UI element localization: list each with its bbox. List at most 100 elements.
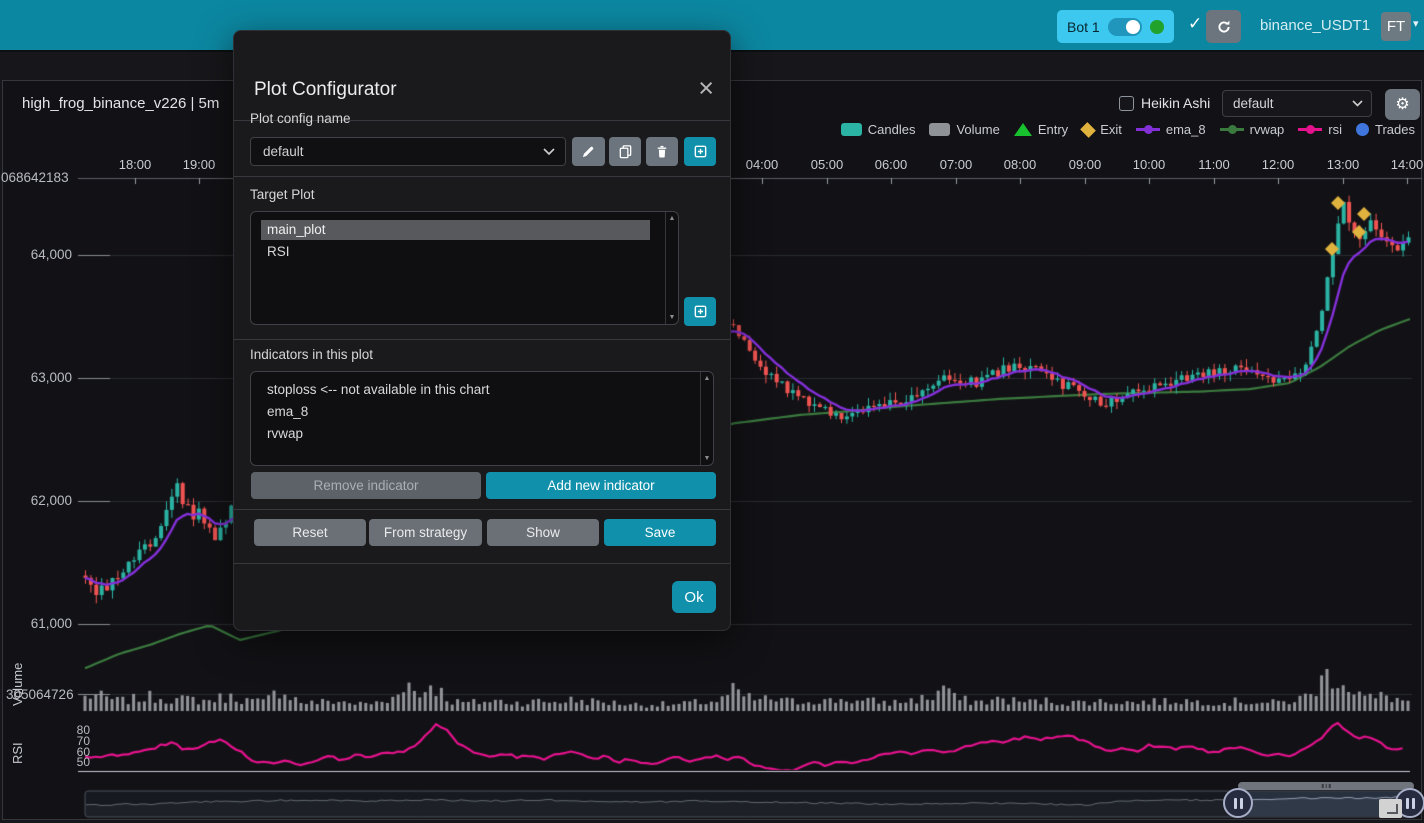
- trash-icon: [655, 144, 669, 159]
- listbox-scrollbar[interactable]: ▲ ▼: [700, 372, 713, 465]
- plot-config-quick-select[interactable]: default: [1222, 90, 1372, 117]
- pause-icon: [1406, 798, 1409, 809]
- plot-config-quick-value: default: [1233, 96, 1274, 111]
- refresh-icon: [1216, 19, 1232, 35]
- time-tick: 08:00: [996, 157, 1044, 172]
- datazoom-handle-left[interactable]: [1223, 788, 1253, 818]
- legend-label: Candles: [868, 122, 916, 137]
- time-tick: 13:00: [1319, 157, 1367, 172]
- indicator-option[interactable]: stoploss <-- not available in this chart: [261, 380, 685, 400]
- scroll-up-icon[interactable]: ▲: [669, 215, 676, 222]
- time-tick: 04:00: [738, 157, 786, 172]
- chevron-down-icon: [543, 148, 555, 156]
- legend-label: rvwap: [1250, 122, 1285, 137]
- linedot-marker-icon: [1220, 128, 1244, 131]
- legend-item-Entry[interactable]: Entry: [1014, 122, 1068, 137]
- duplicate-config-button[interactable]: [609, 137, 641, 166]
- gear-icon: ⚙: [1395, 96, 1409, 113]
- price-tick: 63,000: [2, 370, 72, 385]
- listbox-scrollbar[interactable]: ▲ ▼: [665, 212, 678, 324]
- toggle-knob: [1126, 20, 1140, 34]
- horizontal-scrollbar[interactable]: [1238, 782, 1414, 790]
- legend-item-rsi[interactable]: rsi: [1298, 122, 1342, 137]
- target-plot-option[interactable]: main_plot: [261, 220, 650, 240]
- target-plot-option[interactable]: RSI: [261, 242, 650, 262]
- rect-marker-icon: [929, 123, 950, 136]
- add-new-indicator-button[interactable]: Add new indicator: [486, 472, 716, 499]
- rect-marker-icon: [841, 123, 862, 136]
- legend-label: Volume: [956, 122, 999, 137]
- legend-label: Entry: [1038, 122, 1068, 137]
- time-tick: 07:00: [932, 157, 980, 172]
- add-config-button[interactable]: [684, 137, 716, 166]
- plot-settings-button[interactable]: ⚙: [1385, 89, 1420, 120]
- remove-indicator-button[interactable]: Remove indicator: [251, 472, 481, 499]
- bot-name-label: Bot 1: [1067, 19, 1100, 35]
- bot-toggle[interactable]: [1108, 18, 1142, 36]
- plus-square-icon: [693, 304, 708, 319]
- legend-item-Volume[interactable]: Volume: [929, 122, 999, 137]
- chevron-down-icon: [1352, 100, 1363, 107]
- pause-icon: [1234, 798, 1237, 809]
- chart-legend: Candles Volume Entry Exit ema_8 rvwap rsi Trade…: [841, 122, 1415, 137]
- time-tick: 19:00: [175, 157, 223, 172]
- reset-button[interactable]: Reset: [254, 519, 366, 546]
- scroll-up-icon[interactable]: ▲: [704, 375, 711, 382]
- target-plot-listbox[interactable]: main_plotRSI ▲ ▼: [250, 211, 679, 325]
- pencil-icon: [581, 144, 596, 159]
- heikin-ashi-label: Heikin Ashi: [1141, 95, 1210, 111]
- scrollbar-grip-icon: [1322, 784, 1331, 788]
- refresh-button[interactable]: [1206, 10, 1241, 43]
- current-pair-label: binance_USDT1: [1260, 17, 1370, 34]
- check-icon: ✓: [1188, 14, 1202, 34]
- target-plot-label: Target Plot: [250, 187, 315, 202]
- legend-item-ema_8[interactable]: ema_8: [1136, 122, 1206, 137]
- rename-config-button[interactable]: [572, 137, 605, 166]
- price-tick: 62,000: [2, 493, 72, 508]
- legend-label: Trades: [1375, 122, 1415, 137]
- indicator-option[interactable]: rvwap: [261, 424, 685, 444]
- legend-item-Candles[interactable]: Candles: [841, 122, 916, 137]
- legend-label: ema_8: [1166, 122, 1206, 137]
- legend-label: rsi: [1328, 122, 1342, 137]
- legend-label: Exit: [1100, 122, 1122, 137]
- ft-logo-button[interactable]: FT: [1381, 12, 1411, 41]
- plot-config-name-value: default: [263, 144, 304, 159]
- volume-axis-max-label: 068642183: [1, 170, 69, 185]
- plot-config-name-select[interactable]: default: [250, 137, 566, 166]
- add-target-plot-button[interactable]: [684, 297, 716, 326]
- ok-button[interactable]: Ok: [672, 581, 716, 613]
- indicators-listbox[interactable]: stoploss <-- not available in this chart…: [250, 371, 714, 466]
- close-icon[interactable]: ×: [698, 75, 714, 102]
- time-tick: 10:00: [1125, 157, 1173, 172]
- price-tick: 64,000: [2, 247, 72, 262]
- heikin-ashi-toggle[interactable]: Heikin Ashi: [1119, 95, 1210, 111]
- chart-title: high_frog_binance_v226 | 5m: [22, 95, 219, 112]
- diamond-marker-icon: [1080, 122, 1096, 138]
- rsi-tick: 50: [50, 755, 90, 769]
- modal-title: Plot Configurator: [254, 79, 397, 101]
- circle-marker-icon: [1356, 123, 1369, 136]
- scroll-down-icon[interactable]: ▼: [704, 455, 711, 462]
- legend-item-Exit[interactable]: Exit: [1082, 122, 1122, 137]
- caret-down-icon[interactable]: ▾: [1413, 17, 1419, 30]
- legend-item-rvwap[interactable]: rvwap: [1220, 122, 1285, 137]
- copy-icon: [618, 144, 633, 159]
- time-tick: 12:00: [1254, 157, 1302, 172]
- indicator-option[interactable]: ema_8: [261, 402, 685, 422]
- price-tick: 61,000: [2, 616, 72, 631]
- rsi-pane-label: RSI: [10, 728, 25, 764]
- bot-online-dot: [1150, 20, 1164, 34]
- heikin-ashi-checkbox[interactable]: [1119, 96, 1134, 111]
- save-button[interactable]: Save: [604, 519, 716, 546]
- from-strategy-button[interactable]: From strategy: [369, 519, 482, 546]
- plus-square-icon: [693, 144, 708, 159]
- delete-config-button[interactable]: [646, 137, 678, 166]
- linedot-marker-icon: [1298, 128, 1322, 131]
- resize-grip[interactable]: [1379, 799, 1402, 818]
- show-button[interactable]: Show: [487, 519, 599, 546]
- scroll-down-icon[interactable]: ▼: [669, 314, 676, 321]
- time-tick: 11:00: [1190, 157, 1238, 172]
- legend-item-Trades[interactable]: Trades: [1356, 122, 1415, 137]
- bot-selector[interactable]: Bot 1: [1057, 10, 1174, 43]
